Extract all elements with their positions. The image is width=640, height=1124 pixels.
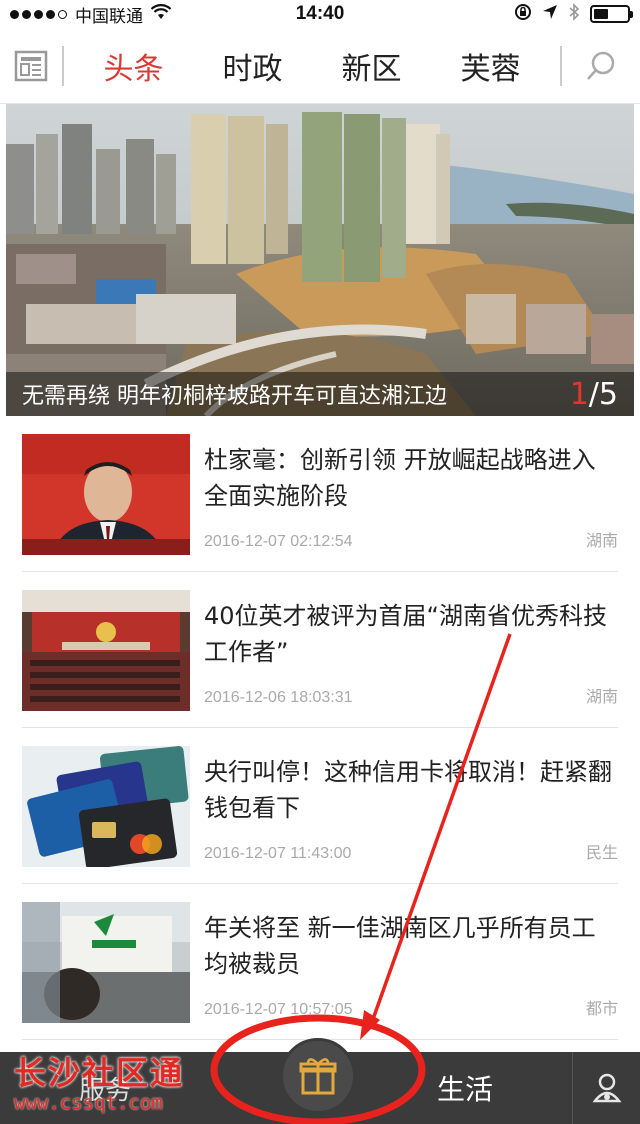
news-category-tag: 民生 — [585, 843, 618, 862]
news-thumbnail — [22, 746, 190, 867]
news-time: 2016-12-07 11:43:00 — [204, 845, 352, 862]
news-thumbnail — [22, 434, 190, 555]
news-category-tag: 都市 — [585, 999, 618, 1018]
news-item[interactable]: 40位英才被评为首届“湖南省优秀科技工作者” 2016-12-06 18:03:… — [22, 572, 618, 728]
news-title: 央行叫停！这种信用卡将取消！赶紧翻钱包看下 — [204, 758, 612, 822]
news-time: 2016-12-07 10:57:05 — [204, 1001, 353, 1018]
news-list: 杜家毫：创新引领 开放崛起战略进入全面实施阶段 2016-12-07 02:12… — [0, 416, 640, 1040]
pager-current: 1 — [569, 376, 589, 412]
channel-tabs: 头条 时政 新区 芙蓉 — [64, 44, 560, 88]
news-title: 年关将至 新一佳湖南区几乎所有员工均被裁员 — [204, 914, 596, 978]
tab-headlines[interactable]: 头条 — [104, 44, 164, 88]
location-arrow-icon — [542, 4, 558, 25]
rotation-lock-icon — [514, 3, 532, 26]
news-title: 杜家毫：创新引领 开放崛起战略进入全面实施阶段 — [204, 446, 596, 510]
watermark-title: 长沙社区通 — [14, 1054, 185, 1092]
news-item[interactable]: 央行叫停！这种信用卡将取消！赶紧翻钱包看下 2016-12-07 11:43:0… — [22, 728, 618, 884]
tab-life-label: 生活 — [436, 1073, 493, 1106]
news-category-tag: 湖南 — [585, 531, 618, 550]
battery-icon — [590, 5, 633, 23]
news-time: 2016-12-07 02:12:54 — [204, 533, 353, 550]
newspaper-icon[interactable] — [0, 45, 64, 86]
tab-politics[interactable]: 时政 — [223, 44, 283, 88]
banner-caption: 无需再绕 明年初桐梓坡路开车可直达湘江边 1/5 — [6, 372, 634, 416]
banner-photo — [6, 104, 634, 416]
wifi-icon — [150, 3, 172, 25]
carrier-name: 中国联通 — [75, 6, 143, 27]
news-title: 40位英才被评为首届“湖南省优秀科技工作者” — [204, 602, 607, 666]
banner-title: 无需再绕 明年初桐梓坡路开车可直达湘江边 — [22, 384, 447, 409]
gift-box-icon[interactable] — [280, 1038, 356, 1114]
tab-furong[interactable]: 芙蓉 — [461, 44, 521, 88]
tab-new-district[interactable]: 新区 — [342, 44, 402, 88]
site-watermark: 长沙社区通 www.cssqt.com — [14, 1054, 214, 1120]
tab-life[interactable]: 生活 — [400, 1052, 530, 1124]
search-icon[interactable] — [560, 45, 640, 86]
top-nav-bar: 头条 时政 新区 芙蓉 — [0, 28, 640, 104]
bluetooth-icon — [568, 2, 580, 26]
status-bar: 中国联通 14:40 — [0, 0, 640, 28]
news-item[interactable]: 杜家毫：创新引领 开放崛起战略进入全面实施阶段 2016-12-07 02:12… — [22, 416, 618, 572]
signal-strength-icon — [10, 9, 67, 19]
user-icon[interactable] — [572, 1052, 640, 1124]
news-category-tag: 湖南 — [585, 687, 618, 706]
news-thumbnail — [22, 902, 190, 1023]
news-time: 2016-12-06 18:03:31 — [204, 689, 353, 706]
news-item[interactable]: 年关将至 新一佳湖南区几乎所有员工均被裁员 2016-12-07 10:57:0… — [22, 884, 618, 1040]
banner-pager: 1/5 — [570, 377, 618, 412]
pager-total: /5 — [588, 376, 618, 412]
banner-carousel[interactable]: 无需再绕 明年初桐梓坡路开车可直达湘江边 1/5 — [6, 104, 634, 416]
watermark-url: www.cssqt.com — [14, 1092, 163, 1114]
news-thumbnail — [22, 590, 190, 711]
